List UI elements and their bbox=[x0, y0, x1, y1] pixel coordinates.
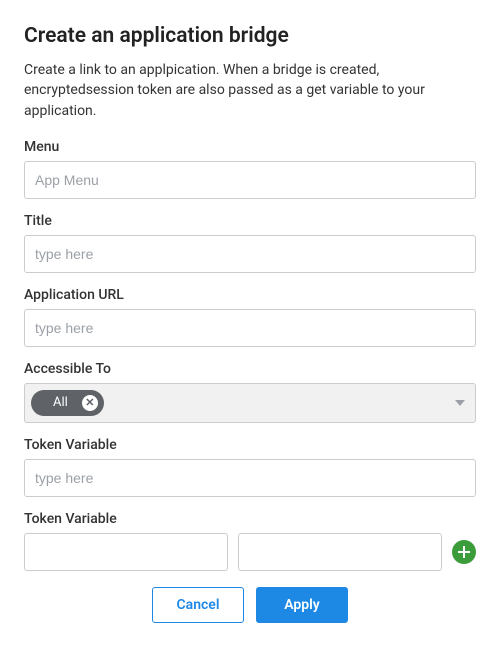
page-title: Create an application bridge bbox=[24, 24, 476, 48]
chevron-down-icon bbox=[455, 400, 465, 406]
close-icon[interactable]: ✕ bbox=[82, 395, 98, 411]
accessible-to-chip: All ✕ bbox=[31, 390, 104, 416]
apply-button[interactable]: Apply bbox=[256, 587, 348, 623]
page-description: Create a link to an applpication. When a… bbox=[24, 60, 476, 121]
title-input[interactable] bbox=[24, 235, 476, 273]
menu-label: Menu bbox=[24, 139, 476, 155]
accessible-to-select[interactable]: All ✕ bbox=[24, 383, 476, 423]
plus-icon bbox=[457, 545, 471, 559]
title-label: Title bbox=[24, 213, 476, 229]
accessible-to-label: Accessible To bbox=[24, 361, 476, 377]
token-pair-key-input[interactable] bbox=[24, 533, 228, 571]
app-url-input[interactable] bbox=[24, 309, 476, 347]
app-url-label: Application URL bbox=[24, 287, 476, 303]
token-variable-label: Token Variable bbox=[24, 437, 476, 453]
add-button[interactable] bbox=[452, 540, 476, 564]
menu-input[interactable] bbox=[24, 161, 476, 199]
accessible-to-chip-label: All bbox=[53, 395, 68, 410]
cancel-button[interactable]: Cancel bbox=[152, 587, 244, 623]
token-pair-value-input[interactable] bbox=[238, 533, 442, 571]
token-variable-input[interactable] bbox=[24, 459, 476, 497]
token-pair-label: Token Variable bbox=[24, 511, 476, 527]
